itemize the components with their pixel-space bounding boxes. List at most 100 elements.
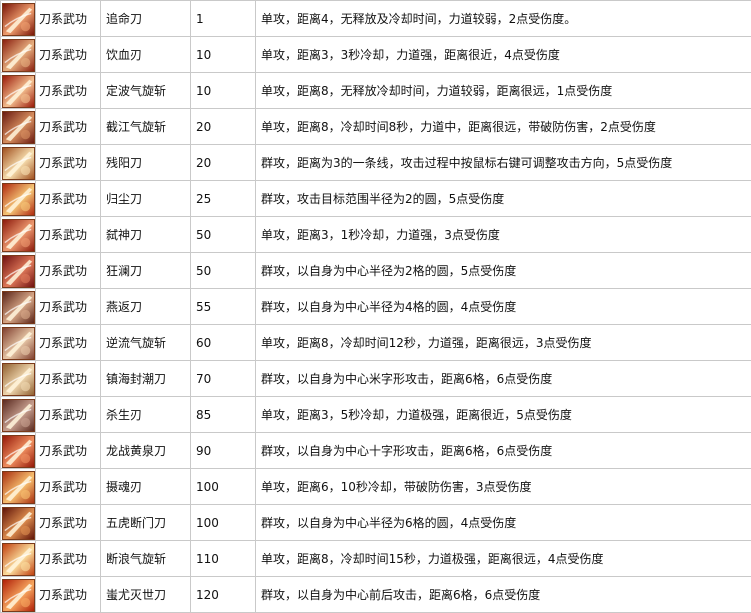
blade-slash-icon	[2, 579, 35, 612]
blade-slash-icon	[2, 183, 35, 216]
skill-name: 饮血刃	[101, 37, 191, 73]
skill-category: 刀系武功	[36, 289, 101, 325]
skill-icon-cell	[1, 505, 36, 541]
blade-slash-icon	[2, 507, 35, 540]
table-row: 刀系武功 摄魂刃 100 单攻，距离6，10秒冷却，带破防伤害，3点受伤度	[1, 469, 751, 505]
skill-description: 群攻，距离为3的一条线，攻击过程中按鼠标右键可调整攻击方向，5点受伤度	[256, 145, 751, 181]
blade-slash-icon	[2, 435, 35, 468]
table-row: 刀系武功 饮血刃 10 单攻，距离3，3秒冷却，力道强，距离很近，4点受伤度	[1, 37, 751, 73]
skill-description: 单攻，距离8，无释放冷却时间，力道较弱，距离很远，1点受伤度	[256, 73, 751, 109]
skill-name: 归尘刀	[101, 181, 191, 217]
skill-level: 10	[191, 73, 256, 109]
blade-slash-icon	[2, 111, 35, 144]
skill-name: 蚩尤灭世刀	[101, 577, 191, 613]
skill-icon-cell	[1, 253, 36, 289]
blade-slash-icon	[2, 471, 35, 504]
skill-category: 刀系武功	[36, 541, 101, 577]
blade-slash-icon	[2, 543, 35, 576]
skill-description: 群攻，以自身为中心半径为6格的圆，4点受伤度	[256, 505, 751, 541]
skill-name: 镇海封潮刀	[101, 361, 191, 397]
blade-slash-icon	[2, 147, 35, 180]
skill-category: 刀系武功	[36, 397, 101, 433]
skill-description: 群攻，以自身为中心十字形攻击，距离6格，6点受伤度	[256, 433, 751, 469]
skill-category: 刀系武功	[36, 73, 101, 109]
skill-description: 群攻，攻击目标范围半径为2的圆，5点受伤度	[256, 181, 751, 217]
skill-category: 刀系武功	[36, 181, 101, 217]
table-row: 刀系武功 五虎断门刀 100 群攻，以自身为中心半径为6格的圆，4点受伤度	[1, 505, 751, 541]
skill-category: 刀系武功	[36, 217, 101, 253]
blade-slash-icon	[2, 75, 35, 108]
skill-icon-cell	[1, 289, 36, 325]
skill-name: 截江气旋斩	[101, 109, 191, 145]
table-row: 刀系武功 断浪气旋斩 110 单攻，距离8，冷却时间15秒，力道极强，距离很远，…	[1, 541, 751, 577]
skill-icon-cell	[1, 145, 36, 181]
skill-name: 断浪气旋斩	[101, 541, 191, 577]
blade-slash-icon	[2, 39, 35, 72]
skill-description: 单攻，距离3，3秒冷却，力道强，距离很近，4点受伤度	[256, 37, 751, 73]
skill-name: 逆流气旋斩	[101, 325, 191, 361]
table-row: 刀系武功 龙战黄泉刀 90 群攻，以自身为中心十字形攻击，距离6格，6点受伤度	[1, 433, 751, 469]
skill-category: 刀系武功	[36, 433, 101, 469]
skill-icon-cell	[1, 577, 36, 613]
skill-level: 60	[191, 325, 256, 361]
blade-slash-icon	[2, 363, 35, 396]
table-row: 刀系武功 定波气旋斩 10 单攻，距离8，无释放冷却时间，力道较弱，距离很远，1…	[1, 73, 751, 109]
skill-name: 狂澜刀	[101, 253, 191, 289]
skill-icon-cell	[1, 37, 36, 73]
skill-level: 120	[191, 577, 256, 613]
skill-level: 20	[191, 109, 256, 145]
skill-level: 85	[191, 397, 256, 433]
skill-icon-cell	[1, 541, 36, 577]
blade-slash-icon	[2, 327, 35, 360]
skill-level: 110	[191, 541, 256, 577]
skill-name: 定波气旋斩	[101, 73, 191, 109]
table-row: 刀系武功 追命刀 1 单攻，距离4，无释放及冷却时间，力道较弱，2点受伤度。	[1, 1, 751, 37]
skill-description: 单攻，距离8，冷却时间15秒，力道极强，距离很远，4点受伤度	[256, 541, 751, 577]
skill-name: 燕返刀	[101, 289, 191, 325]
table-row: 刀系武功 狂澜刀 50 群攻，以自身为中心半径为2格的圆，5点受伤度	[1, 253, 751, 289]
skill-name: 龙战黄泉刀	[101, 433, 191, 469]
skill-icon-cell	[1, 109, 36, 145]
skill-category: 刀系武功	[36, 469, 101, 505]
skill-level: 20	[191, 145, 256, 181]
skill-icon-cell	[1, 361, 36, 397]
skill-category: 刀系武功	[36, 253, 101, 289]
skill-level: 50	[191, 253, 256, 289]
skill-description: 群攻，以自身为中心米字形攻击，距离6格，6点受伤度	[256, 361, 751, 397]
skill-description: 单攻，距离4，无释放及冷却时间，力道较弱，2点受伤度。	[256, 1, 751, 37]
skill-category: 刀系武功	[36, 505, 101, 541]
skill-category: 刀系武功	[36, 361, 101, 397]
skill-category: 刀系武功	[36, 37, 101, 73]
skill-table: 刀系武功 追命刀 1 单攻，距离4，无释放及冷却时间，力道较弱，2点受伤度。 刀…	[0, 0, 751, 613]
skill-level: 50	[191, 217, 256, 253]
table-row: 刀系武功 归尘刀 25 群攻，攻击目标范围半径为2的圆，5点受伤度	[1, 181, 751, 217]
skill-name: 摄魂刃	[101, 469, 191, 505]
skill-name: 弑神刀	[101, 217, 191, 253]
skill-level: 10	[191, 37, 256, 73]
table-row: 刀系武功 蚩尤灭世刀 120 群攻，以自身为中心前后攻击，距离6格，6点受伤度	[1, 577, 751, 613]
skill-description: 群攻，以自身为中心半径为2格的圆，5点受伤度	[256, 253, 751, 289]
table-row: 刀系武功 逆流气旋斩 60 单攻，距离8，冷却时间12秒，力道强，距离很远，3点…	[1, 325, 751, 361]
table-row: 刀系武功 截江气旋斩 20 单攻，距离8，冷却时间8秒，力道中，距离很远，带破防…	[1, 109, 751, 145]
blade-slash-icon	[2, 219, 35, 252]
skill-level: 100	[191, 505, 256, 541]
skill-category: 刀系武功	[36, 1, 101, 37]
skill-level: 70	[191, 361, 256, 397]
skill-icon-cell	[1, 217, 36, 253]
table-row: 刀系武功 杀生刃 85 单攻，距离3，5秒冷却，力道极强，距离很近，5点受伤度	[1, 397, 751, 433]
skill-name: 杀生刃	[101, 397, 191, 433]
skill-level: 55	[191, 289, 256, 325]
blade-slash-icon	[2, 255, 35, 288]
skill-description: 单攻，距离3，5秒冷却，力道极强，距离很近，5点受伤度	[256, 397, 751, 433]
skill-description: 单攻，距离6，10秒冷却，带破防伤害，3点受伤度	[256, 469, 751, 505]
skill-icon-cell	[1, 433, 36, 469]
skill-icon-cell	[1, 73, 36, 109]
blade-slash-icon	[2, 291, 35, 324]
skill-level: 90	[191, 433, 256, 469]
skill-level: 1	[191, 1, 256, 37]
table-row: 刀系武功 残阳刀 20 群攻，距离为3的一条线，攻击过程中按鼠标右键可调整攻击方…	[1, 145, 751, 181]
table-row: 刀系武功 镇海封潮刀 70 群攻，以自身为中心米字形攻击，距离6格，6点受伤度	[1, 361, 751, 397]
skill-description: 单攻，距离8，冷却时间12秒，力道强，距离很远，3点受伤度	[256, 325, 751, 361]
table-row: 刀系武功 燕返刀 55 群攻，以自身为中心半径为4格的圆，4点受伤度	[1, 289, 751, 325]
skill-level: 100	[191, 469, 256, 505]
